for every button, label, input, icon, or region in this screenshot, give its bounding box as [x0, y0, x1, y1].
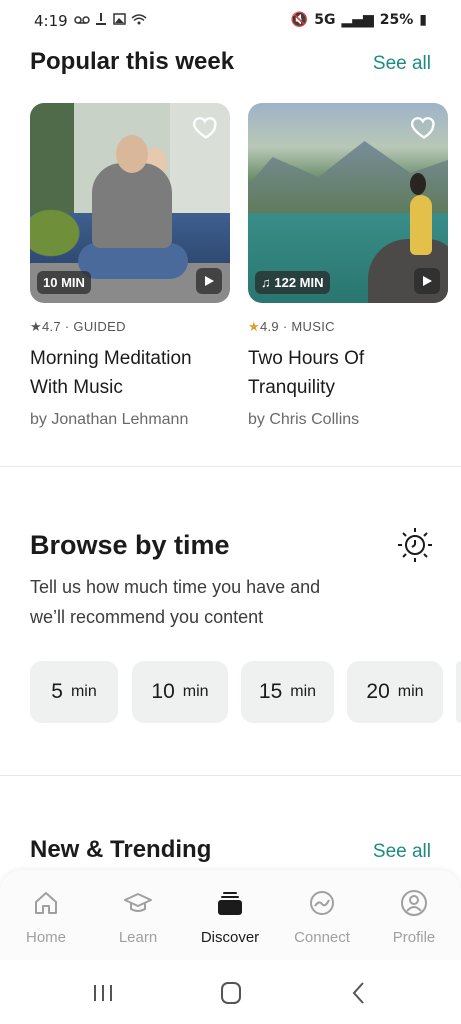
play-icon — [423, 276, 432, 286]
star-icon: ★ — [248, 319, 260, 334]
status-notification-icons — [74, 12, 154, 30]
card-meta: ★4.9 · MUSIC — [248, 319, 335, 334]
browse-header: Browse by time — [30, 530, 431, 561]
nav-item-discover[interactable]: Discover — [184, 888, 276, 946]
time-option-unit: min — [182, 683, 209, 700]
browse-description: Tell us how much time you have and we’ll… — [30, 572, 370, 632]
card-title[interactable]: Morning Meditation With Music — [30, 344, 230, 402]
notification-icons — [74, 13, 147, 25]
card-rating: 4.7 — [41, 319, 61, 334]
play-button[interactable] — [196, 268, 222, 294]
play-button[interactable] — [414, 268, 440, 294]
popular-header: Popular this week See all — [30, 48, 431, 76]
card-rating: 4.9 — [259, 319, 279, 334]
time-option-unit: min — [70, 683, 97, 700]
mute-icon: 🔇 — [290, 12, 309, 28]
card-meta: ★4.7 · GUIDED — [30, 319, 126, 334]
card-author: by Jonathan Lehmann — [30, 411, 189, 428]
time-option-5[interactable]: 5 min — [30, 661, 118, 723]
nav-label: Profile — [392, 929, 436, 946]
star-icon: ★ — [30, 319, 42, 334]
section-title-browse: Browse by time — [30, 530, 230, 560]
network-type: 5G — [314, 12, 336, 28]
browse-description-line: we’ll recommend you content — [30, 607, 264, 627]
play-icon — [205, 276, 214, 286]
connect-globe-icon — [310, 891, 334, 915]
card-title-line: Morning Meditation — [30, 348, 192, 369]
home-icon — [35, 892, 57, 914]
heart-icon[interactable] — [192, 113, 220, 141]
duration-badge: ♫ 122 MIN — [255, 271, 330, 294]
nav-label: Discover — [200, 929, 260, 946]
time-option-number: 15 — [258, 680, 283, 703]
person-legs-graphic — [78, 243, 188, 279]
card-title-line: Two Hours Of — [248, 348, 365, 369]
nav-item-connect[interactable]: Connect — [276, 888, 368, 946]
back-icon[interactable] — [344, 980, 374, 1006]
section-title-trending: New & Trending — [30, 836, 212, 863]
signal-icon: ▂▄▆ — [341, 12, 374, 28]
profile-icon — [401, 890, 427, 916]
duration-text: 10 MIN — [43, 275, 85, 290]
nav-item-profile[interactable]: Profile — [368, 888, 460, 946]
system-navigation-bar — [0, 960, 461, 1024]
person-head-graphic — [410, 173, 426, 195]
nav-label: Connect — [294, 929, 350, 946]
battery-icon: ▮ — [419, 12, 427, 28]
music-note-icon: ♫ — [261, 275, 271, 290]
timer-sun-icon — [398, 528, 432, 562]
battery-level: 25% — [379, 12, 414, 28]
time-option-unit: min — [290, 683, 317, 700]
recent-apps-icon[interactable] — [88, 980, 118, 1006]
status-time: 4:19 — [34, 12, 68, 30]
card-category: MUSIC — [291, 319, 335, 334]
time-option-number: 10 — [151, 680, 175, 703]
time-option-number: 20 — [366, 680, 390, 703]
browse-description-line: Tell us how much time you have and — [30, 577, 321, 597]
see-all-trending-link[interactable]: See all — [373, 841, 431, 863]
nav-item-learn[interactable]: Learn — [92, 888, 184, 946]
nav-item-home[interactable]: Home — [0, 888, 92, 946]
heart-icon[interactable] — [410, 113, 438, 141]
section-divider — [0, 466, 461, 467]
status-bar: 4:19 🔇 5G ▂▄▆ 25% ▮ — [0, 0, 461, 42]
time-option-partial[interactable] — [456, 661, 461, 723]
content-card[interactable]: ♫ 122 MIN ★4.9 · MUSIC Two Hours Of Tran… — [248, 103, 448, 429]
section-divider — [0, 775, 461, 776]
card-title[interactable]: Two Hours Of Tranquility — [248, 344, 448, 402]
home-button-icon[interactable] — [216, 980, 246, 1006]
card-category: GUIDED — [73, 319, 126, 334]
bottom-navigation: Home Learn Discover Connect Profile — [0, 870, 461, 960]
trending-header: New & Trending See all — [30, 836, 431, 864]
duration-badge: 10 MIN — [37, 271, 91, 294]
see-all-popular-link[interactable]: See all — [373, 53, 431, 75]
nav-label: Learn — [118, 929, 158, 946]
time-option-15[interactable]: 15 min — [241, 661, 334, 723]
card-thumbnail[interactable]: ♫ 122 MIN — [248, 103, 448, 303]
time-option-unit: min — [397, 683, 424, 700]
time-option-number: 5 — [51, 680, 63, 703]
card-thumbnail[interactable]: 10 MIN — [30, 103, 230, 303]
card-author: by Chris Collins — [248, 411, 360, 428]
content-card[interactable]: 10 MIN ★4.7 · GUIDED Morning Meditation … — [30, 103, 230, 429]
nav-label: Home — [25, 929, 66, 946]
duration-text: 122 MIN — [274, 275, 324, 290]
time-option-10[interactable]: 10 min — [132, 661, 228, 723]
card-title-line: With Music — [30, 377, 123, 398]
status-right: 🔇 5G ▂▄▆ 25% ▮ — [285, 12, 427, 28]
person-body-graphic — [92, 163, 172, 248]
time-option-20[interactable]: 20 min — [347, 661, 443, 723]
graduation-cap-icon — [124, 893, 152, 912]
card-title-line: Tranquility — [248, 377, 335, 398]
person-head-graphic — [116, 135, 148, 173]
person-graphic — [410, 195, 432, 255]
section-title-popular: Popular this week — [30, 48, 235, 75]
discover-stack-icon — [218, 892, 242, 915]
